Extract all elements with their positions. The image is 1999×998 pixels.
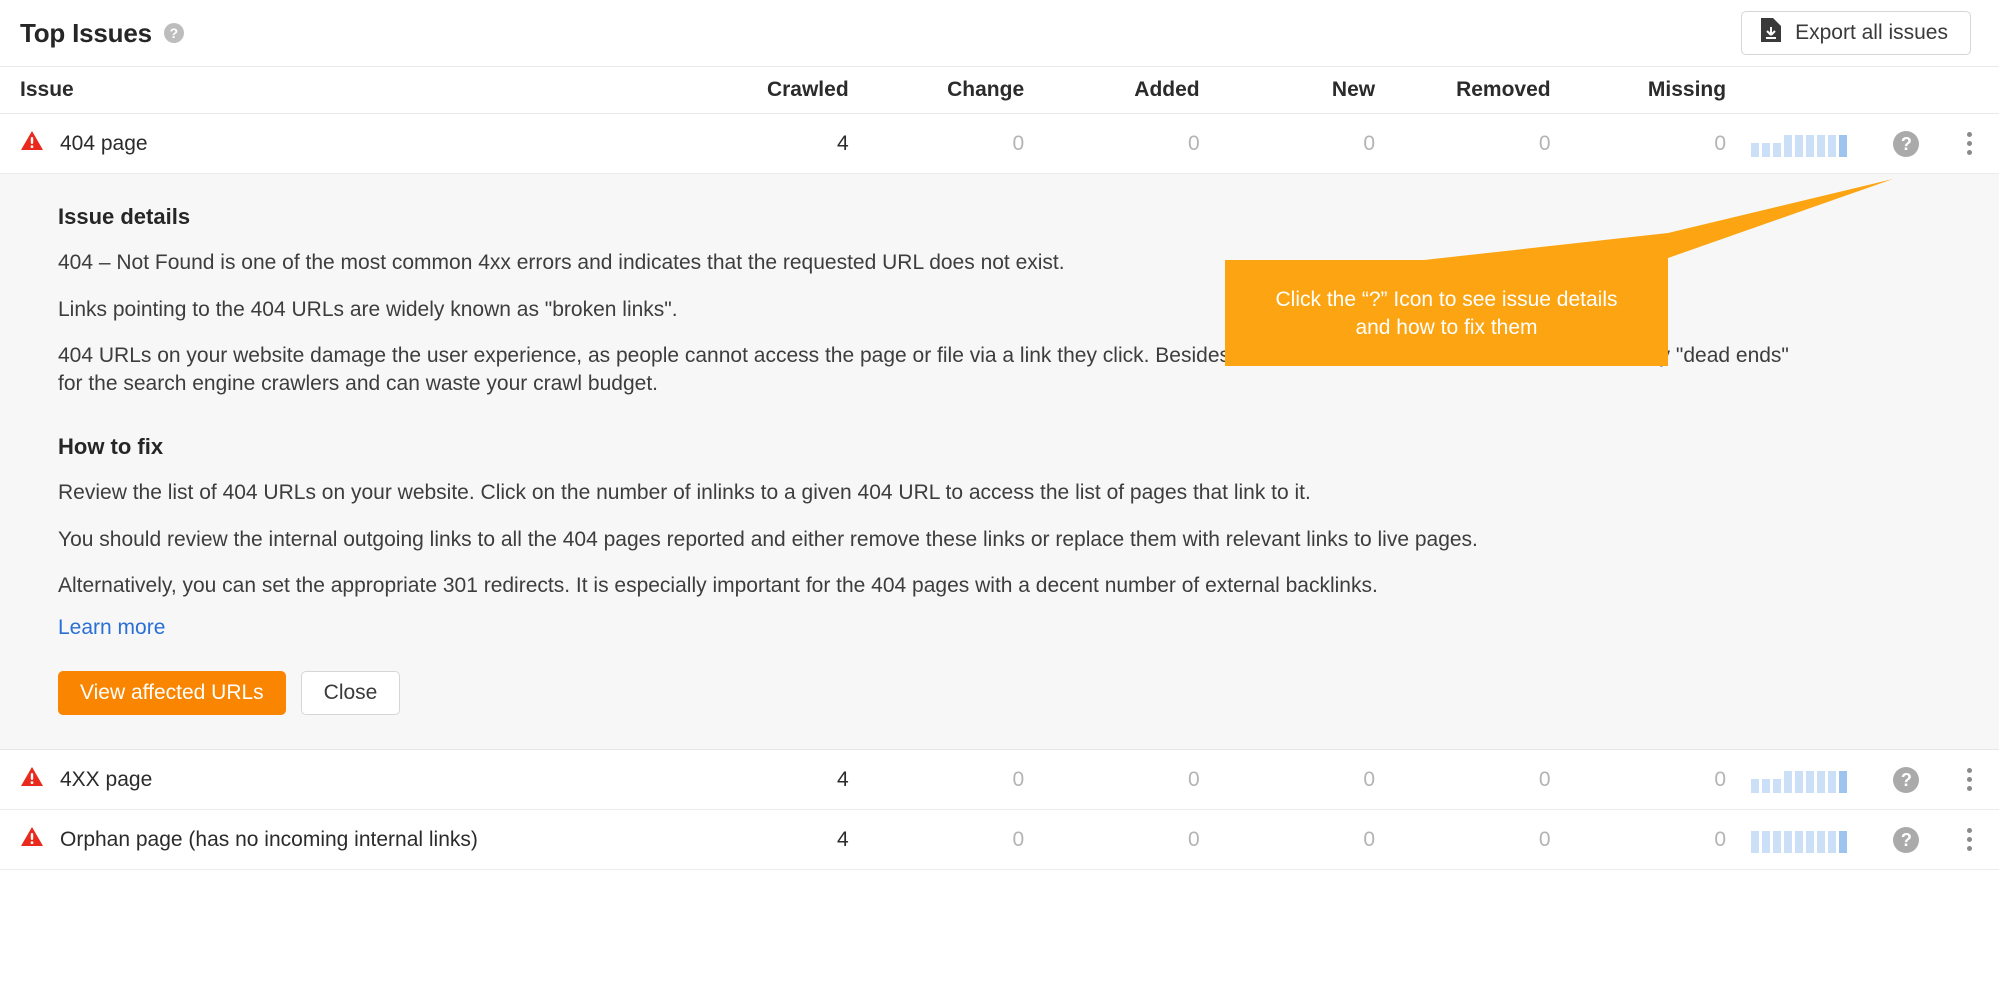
warning-triangle-icon bbox=[20, 766, 44, 794]
issue-details-heading: Issue details bbox=[58, 204, 191, 229]
question-circle-icon[interactable]: ? bbox=[1893, 766, 1920, 793]
warning-triangle-icon bbox=[20, 130, 44, 158]
column-header-removed: Removed bbox=[1456, 78, 1551, 101]
panel-header: Top Issues ? Export all issues bbox=[0, 0, 1999, 66]
cell-removed: 0 bbox=[1538, 131, 1551, 155]
kebab-menu-icon[interactable] bbox=[1963, 764, 1976, 795]
question-circle-icon[interactable]: ? bbox=[1893, 130, 1920, 157]
column-header-issue-label: Issue bbox=[20, 78, 74, 101]
callout-line-2: and how to fix them bbox=[1355, 315, 1538, 339]
how-to-fix-paragraph-2: You should review the internal outgoing … bbox=[58, 527, 1478, 551]
cell-added: 0 bbox=[1187, 131, 1200, 155]
how-to-fix-paragraph-1: Review the list of 404 URLs on your webs… bbox=[58, 480, 1311, 504]
top-issues-panel: Top Issues ? Export all issues Issue Cra… bbox=[0, 0, 1999, 998]
table-header-row: Issue Crawled Change Added New Removed M… bbox=[0, 66, 1999, 114]
column-header-change: Change bbox=[947, 78, 1025, 101]
cell-missing: 0 bbox=[1714, 131, 1727, 155]
callout-line-1: Click the “?” Icon to see issue details bbox=[1275, 288, 1618, 311]
cell-added: 0 bbox=[1187, 827, 1200, 851]
close-button[interactable]: Close bbox=[300, 671, 401, 716]
callout-box: Click the “?” Icon to see issue details … bbox=[1225, 260, 1668, 367]
column-header-crawled: Crawled bbox=[766, 78, 849, 101]
question-circle-icon[interactable]: ? bbox=[1893, 826, 1920, 853]
cell-crawled: 4 bbox=[836, 767, 849, 791]
question-circle-icon[interactable]: ? bbox=[163, 23, 184, 43]
row-menu-cell[interactable] bbox=[1941, 824, 1999, 855]
learn-more-link[interactable]: Learn more bbox=[58, 616, 165, 640]
kebab-menu-icon[interactable] bbox=[1963, 128, 1976, 159]
sparkline-chart bbox=[1751, 767, 1848, 793]
table-row[interactable]: 404 page 4 0 0 0 0 0 ? bbox=[0, 114, 1999, 174]
cell-missing: 0 bbox=[1714, 827, 1727, 851]
table-row[interactable]: 4XX page 4 0 0 0 0 0 ? bbox=[0, 750, 1999, 811]
sparkline-cell bbox=[1726, 827, 1872, 853]
warning-triangle-icon bbox=[20, 826, 44, 854]
row-help-cell[interactable]: ? bbox=[1872, 130, 1940, 157]
issue-cell[interactable]: 4XX page bbox=[0, 766, 663, 794]
download-file-icon bbox=[1760, 17, 1782, 49]
column-header-new: New bbox=[1331, 78, 1376, 101]
cell-removed: 0 bbox=[1538, 827, 1551, 851]
export-all-issues-label: Export all issues bbox=[1795, 21, 1948, 44]
row-menu-cell[interactable] bbox=[1941, 128, 1999, 159]
cell-change: 0 bbox=[1012, 767, 1025, 791]
cell-crawled: 4 bbox=[836, 827, 849, 851]
issue-name: 404 page bbox=[60, 131, 148, 155]
how-to-fix-paragraph-3: Alternatively, you can set the appropria… bbox=[58, 574, 1378, 598]
page-title: Top Issues bbox=[20, 17, 152, 48]
sparkline-chart bbox=[1751, 827, 1848, 853]
row-help-cell[interactable]: ? bbox=[1872, 826, 1940, 853]
view-affected-urls-button[interactable]: View affected URLs bbox=[58, 671, 286, 716]
how-to-fix-heading: How to fix bbox=[58, 433, 164, 459]
cell-new: 0 bbox=[1363, 131, 1376, 155]
column-header-added: Added bbox=[1134, 78, 1200, 101]
sparkline-cell bbox=[1726, 767, 1872, 793]
cell-crawled: 4 bbox=[836, 131, 849, 155]
column-header-missing: Missing bbox=[1647, 78, 1727, 101]
issue-cell[interactable]: 404 page bbox=[0, 130, 663, 158]
sparkline-cell bbox=[1726, 131, 1872, 157]
cell-removed: 0 bbox=[1538, 767, 1551, 791]
row-help-cell[interactable]: ? bbox=[1872, 766, 1940, 793]
cell-new: 0 bbox=[1363, 827, 1376, 851]
issue-cell[interactable]: Orphan page (has no incoming internal li… bbox=[0, 826, 663, 854]
row-menu-cell[interactable] bbox=[1941, 764, 1999, 795]
cell-change: 0 bbox=[1012, 827, 1025, 851]
kebab-menu-icon[interactable] bbox=[1963, 824, 1976, 855]
cell-change: 0 bbox=[1012, 131, 1025, 155]
issue-details-panel: Issue details 404 – Not Found is one of … bbox=[0, 174, 1999, 751]
table-row[interactable]: Orphan page (has no incoming internal li… bbox=[0, 810, 1999, 871]
details-action-buttons: View affected URLs Close bbox=[58, 671, 1941, 716]
column-header-issue: Issue bbox=[0, 78, 663, 102]
cell-added: 0 bbox=[1187, 767, 1200, 791]
issue-name: 4XX page bbox=[60, 767, 153, 791]
export-all-issues-button[interactable]: Export all issues bbox=[1741, 11, 1971, 55]
sparkline-chart bbox=[1751, 131, 1848, 157]
cell-missing: 0 bbox=[1714, 767, 1727, 791]
issue-name: Orphan page (has no incoming internal li… bbox=[60, 827, 478, 851]
cell-new: 0 bbox=[1363, 767, 1376, 791]
